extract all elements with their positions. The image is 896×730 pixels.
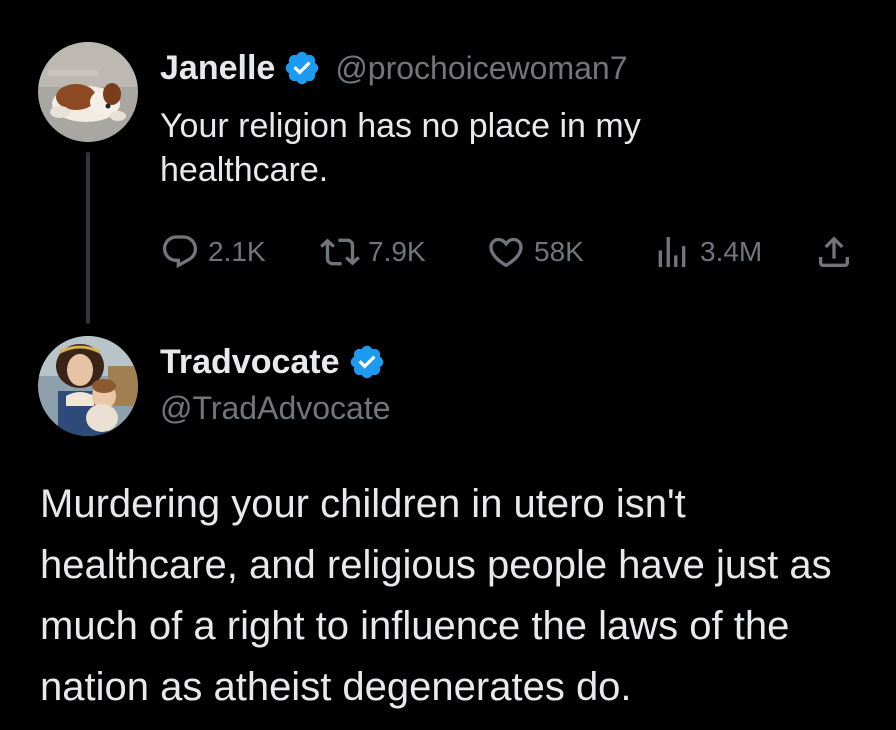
avatar-janelle[interactable] (38, 42, 138, 142)
share-button[interactable] (814, 228, 854, 276)
like-count: 58K (534, 236, 584, 267)
reply-count: 2.1K (208, 236, 266, 267)
tweet2-handle[interactable]: @TradAdvocate (160, 390, 391, 427)
tweet1-text: Your religion has no place in my healthc… (160, 107, 641, 189)
retweet-icon (320, 238, 360, 266)
heart-icon (489, 237, 523, 268)
tweet1-handle[interactable]: @prochoicewoman7 (335, 50, 627, 87)
tweet1-header: Janelle @prochoicewoman7 (160, 46, 628, 90)
verified-badge-icon (283, 49, 321, 87)
like-button[interactable]: 58K (486, 228, 584, 276)
mother-child-painting-avatar-icon (38, 336, 138, 436)
retweet-count: 7.9K (368, 236, 426, 267)
dog-avatar-icon (38, 42, 138, 142)
views-button[interactable]: 3.4M (652, 228, 762, 276)
analytics-icon (658, 237, 686, 267)
retweet-button[interactable]: 7.9K (320, 228, 426, 276)
tweet2-text: Murdering your children in utero isn't h… (40, 482, 832, 709)
reply-button[interactable]: 2.1K (160, 228, 266, 276)
verified-badge-icon (348, 343, 386, 381)
thread-connector-line (86, 152, 90, 324)
tweet1-display-name[interactable]: Janelle (160, 49, 275, 88)
reply-icon (162, 235, 198, 269)
tweet2-header: Tradvocate (160, 340, 386, 384)
views-count: 3.4M (700, 236, 763, 267)
tweet2-display-name[interactable]: Tradvocate (160, 343, 340, 382)
share-icon (819, 236, 849, 267)
avatar-tradvocate[interactable] (38, 336, 138, 436)
